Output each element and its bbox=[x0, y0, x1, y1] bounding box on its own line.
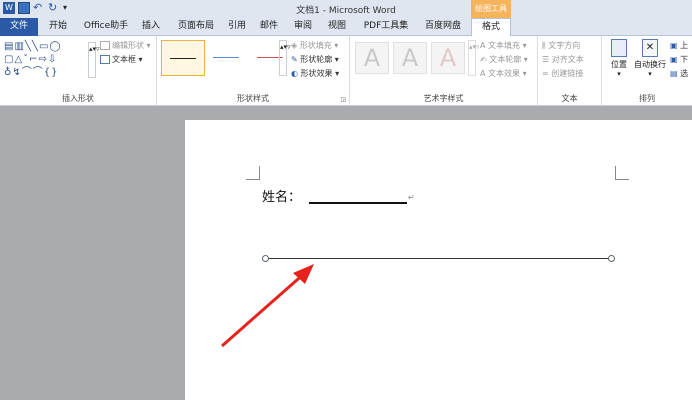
red-arrow-annotation bbox=[221, 264, 314, 348]
